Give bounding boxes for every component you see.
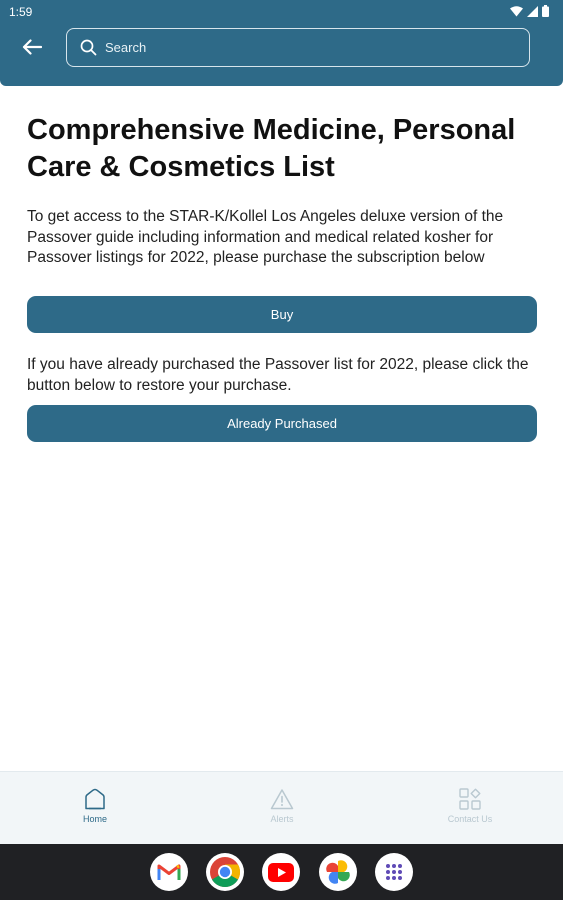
- alert-icon: [270, 789, 294, 810]
- restore-description: If you have already purchased the Passov…: [27, 356, 529, 394]
- bottom-nav: Home Alerts Contact Us: [0, 771, 563, 844]
- status-icons: [510, 5, 549, 17]
- nav-item-contact-us[interactable]: Contact Us: [410, 772, 530, 845]
- youtube-icon: [268, 862, 294, 882]
- battery-icon: [542, 5, 549, 17]
- purchase-description: To get access to the STAR-K/Kollel Los A…: [27, 208, 504, 266]
- chrome-icon: [210, 857, 241, 888]
- nav-item-alerts[interactable]: Alerts: [222, 772, 342, 845]
- gmail-icon: [157, 864, 181, 880]
- status-time: 1:59: [9, 5, 33, 19]
- home-icon: [85, 788, 105, 810]
- wifi-icon: [510, 5, 523, 16]
- search-icon: [80, 39, 97, 56]
- photos-app[interactable]: [319, 853, 357, 891]
- back-button[interactable]: [18, 34, 46, 60]
- search-box[interactable]: [66, 28, 530, 67]
- nav-label-contact-us: Contact Us: [447, 814, 493, 824]
- signal-icon: [527, 5, 538, 17]
- app-drawer-icon: [386, 864, 402, 880]
- chrome-app[interactable]: [206, 853, 244, 891]
- status-bar: 1:59: [0, 0, 563, 24]
- system-dock: [0, 844, 563, 900]
- app-drawer[interactable]: [375, 853, 413, 891]
- youtube-app[interactable]: [262, 853, 300, 891]
- grid-icon: [459, 788, 481, 810]
- already-purchased-button[interactable]: Already Purchased: [27, 405, 537, 442]
- nav-item-home[interactable]: Home: [35, 772, 155, 845]
- app-header: 1:59: [0, 0, 563, 86]
- page-title: Comprehensive Medicine, Personal Care & …: [27, 114, 516, 183]
- nav-label-home: Home: [82, 814, 107, 824]
- nav-label-alerts: Alerts: [270, 814, 294, 824]
- arrow-left-icon: [22, 39, 42, 55]
- gmail-app[interactable]: [150, 853, 188, 891]
- photos-icon: [326, 860, 350, 884]
- search-input[interactable]: [105, 40, 505, 55]
- buy-button[interactable]: Buy: [27, 296, 537, 333]
